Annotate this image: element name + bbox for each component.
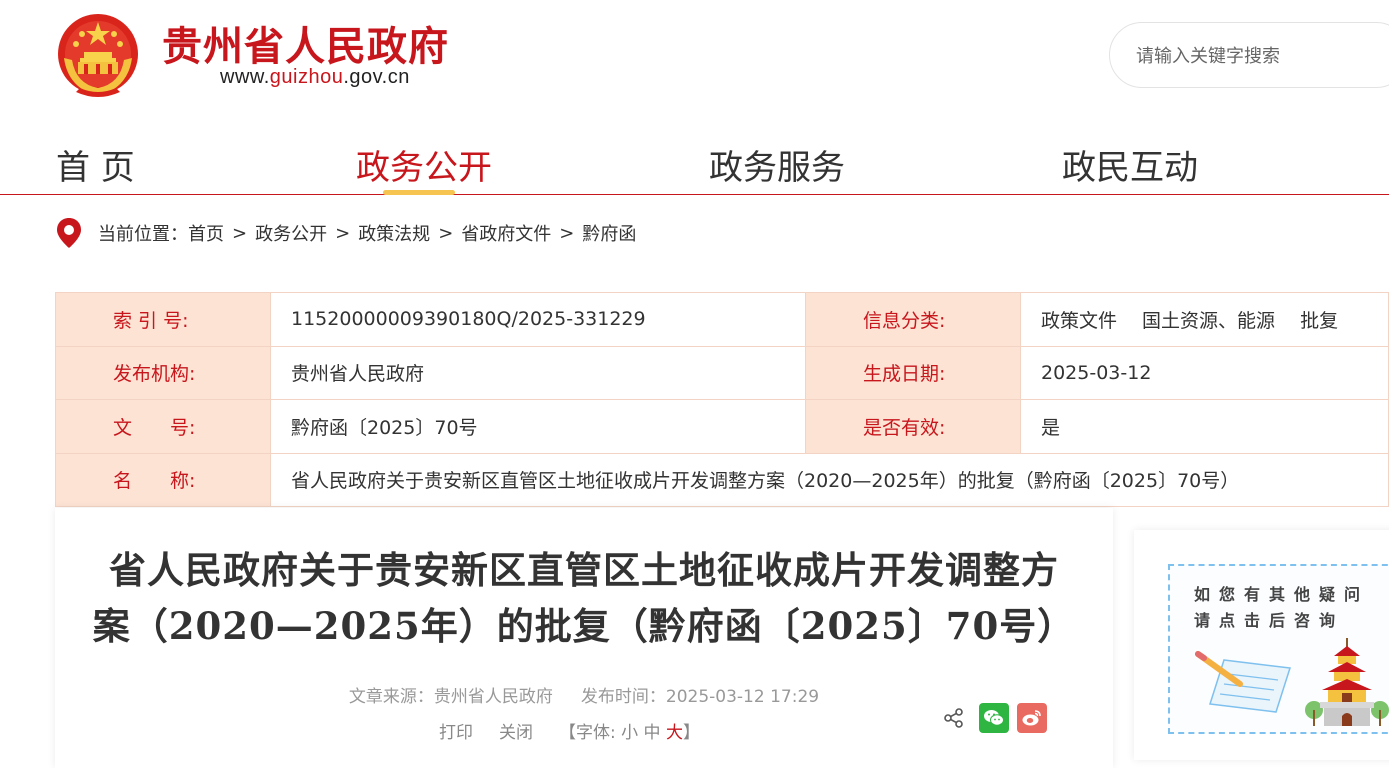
consult-box[interactable]: 如您有其他疑问 请点击后咨询	[1134, 530, 1389, 760]
site-header: 贵州省人民政府 www.guizhou.gov.cn	[0, 0, 1389, 120]
share-icon[interactable]	[943, 707, 965, 729]
consult-panel[interactable]: 如您有其他疑问 请点击后咨询	[1168, 564, 1389, 734]
nav-active-indicator	[383, 190, 455, 195]
article-card: 省人民政府关于贵安新区直管区土地征收成片开发调整方 案（2020—2025年）的…	[55, 508, 1113, 768]
article-publish-time: 发布时间：2025-03-12 17:29	[580, 687, 820, 707]
name-value: 省人民政府关于贵安新区直管区土地征收成片开发调整方案（2020—2025年）的批…	[270, 452, 1389, 507]
article-source: 文章来源：贵州省人民政府	[348, 687, 553, 707]
breadcrumb-provincial-documents[interactable]: 省政府文件	[461, 220, 551, 246]
index-number-label: 索 引 号:	[55, 292, 271, 347]
pen-and-paper-icon	[1195, 651, 1291, 713]
publisher-label: 发布机构:	[55, 345, 271, 400]
print-button[interactable]: 打印	[439, 723, 473, 743]
weibo-icon	[1022, 710, 1041, 726]
nav-interaction[interactable]: 政民互动	[1062, 140, 1198, 189]
article-title-line-2: 案（2020—2025年）的批复（黔府函〔2025〕70号）	[92, 604, 1076, 648]
consult-text: 如您有其他疑问 请点击后咨询	[1194, 582, 1369, 634]
main-nav: 首 页 政务公开 政务服务 政民互动	[0, 130, 1389, 195]
close-button[interactable]: 关闭	[499, 723, 533, 743]
date-label: 生成日期:	[805, 345, 1021, 400]
document-info-table: 索 引 号: 11520000009390180Q/2025-331229 信息…	[55, 292, 1389, 507]
nav-home[interactable]: 首 页	[56, 140, 135, 189]
category-value: 政策文件 国土资源、能源 批复	[1020, 292, 1389, 347]
consult-text-line-2: 请点击后咨询	[1194, 611, 1345, 630]
site-url-suffix: .gov.cn	[343, 66, 410, 88]
date-value: 2025-03-12	[1020, 345, 1389, 400]
font-size-suffix: 】	[682, 723, 700, 743]
breadcrumb-policies[interactable]: 政策法规	[358, 220, 430, 246]
font-size-small-button[interactable]: 小	[621, 723, 638, 743]
nav-government-services[interactable]: 政务服务	[709, 140, 845, 189]
font-size-large-button[interactable]: 大	[666, 723, 683, 743]
breadcrumb-government-affairs[interactable]: 政务公开	[255, 220, 327, 246]
breadcrumb-home[interactable]: 首页	[188, 220, 224, 246]
national-emblem-icon[interactable]	[54, 8, 142, 102]
wechat-share-button[interactable]	[979, 703, 1009, 733]
info-row: 名 称: 省人民政府关于贵安新区直管区土地征收成片开发调整方案（2020—202…	[55, 452, 1389, 507]
site-url-prefix: www.	[220, 66, 270, 88]
search-box	[1109, 22, 1389, 88]
index-number-value: 11520000009390180Q/2025-331229	[270, 292, 806, 347]
article-tools: 打印 关闭 【字体: 小 中 大】	[439, 718, 700, 743]
weibo-share-button[interactable]	[1017, 703, 1047, 733]
breadcrumb-separator: >	[335, 222, 351, 244]
category-label: 信息分类:	[805, 292, 1021, 347]
info-row: 文 号: 黔府函〔2025〕70号 是否有效: 是	[55, 399, 1389, 454]
consult-text-line-1: 如您有其他疑问	[1194, 585, 1370, 604]
article-title-line-1: 省人民政府关于贵安新区直管区土地征收成片开发调整方	[109, 548, 1059, 592]
validity-value: 是	[1020, 399, 1389, 454]
breadcrumb: 当前位置： 首页 > 政务公开 > 政策法规 > 省政府文件 > 黔府函	[56, 216, 636, 250]
breadcrumb-prefix: 当前位置：	[98, 224, 188, 245]
wechat-icon	[984, 710, 1004, 726]
info-row: 索 引 号: 11520000009390180Q/2025-331229 信息…	[55, 292, 1389, 347]
breadcrumb-separator: >	[559, 222, 575, 244]
publisher-value: 贵州省人民政府	[270, 345, 806, 400]
pavilion-tower-icon	[1305, 638, 1389, 726]
info-row: 发布机构: 贵州省人民政府 生成日期: 2025-03-12	[55, 345, 1389, 400]
share-bar	[943, 703, 1047, 733]
location-pin-icon	[57, 218, 81, 248]
search-input[interactable]	[1136, 41, 1376, 71]
name-label: 名 称:	[55, 452, 271, 507]
document-number-value: 黔府函〔2025〕70号	[270, 399, 806, 454]
site-url: www.guizhou.gov.cn	[220, 66, 410, 89]
font-size-medium-button[interactable]: 中	[644, 723, 661, 743]
breadcrumb-qianfuhan[interactable]: 黔府函	[582, 220, 636, 246]
font-size-prefix: 【字体:	[559, 723, 616, 743]
breadcrumb-separator: >	[438, 222, 454, 244]
document-number-label: 文 号:	[55, 399, 271, 454]
site-url-domain: guizhou	[269, 66, 344, 88]
article-title: 省人民政府关于贵安新区直管区土地征收成片开发调整方 案（2020—2025年）的…	[55, 542, 1113, 654]
validity-label: 是否有效:	[805, 399, 1021, 454]
nav-government-affairs-disclosure[interactable]: 政务公开	[356, 140, 492, 189]
breadcrumb-separator: >	[232, 222, 248, 244]
site-title[interactable]: 贵州省人民政府	[162, 14, 449, 72]
